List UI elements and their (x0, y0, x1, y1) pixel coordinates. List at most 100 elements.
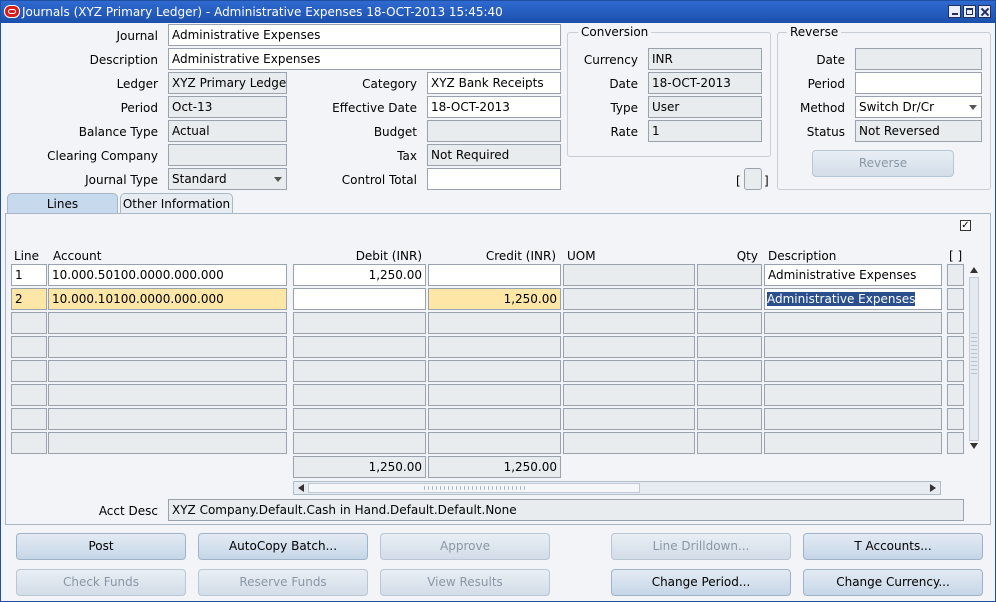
view-results-button[interactable]: View Results (380, 569, 550, 596)
description-field[interactable]: Administrative Expenses (168, 48, 561, 70)
scroll-up-icon[interactable] (970, 267, 978, 273)
empty-row-debit[interactable] (293, 312, 426, 334)
scroll-down-icon[interactable] (970, 443, 978, 449)
tab-other-information[interactable]: Other Information (120, 193, 233, 214)
empty-row-line[interactable] (11, 360, 47, 382)
row2-account[interactable]: 10.000.10100.0000.000.000 (48, 288, 287, 310)
empty-row-qty[interactable] (697, 408, 762, 430)
rate-field[interactable]: 1 (648, 120, 762, 142)
empty-row-credit[interactable] (428, 384, 561, 406)
empty-row-debit[interactable] (293, 384, 426, 406)
empty-row-qty[interactable] (697, 432, 762, 454)
reverse-date-field[interactable] (855, 48, 982, 70)
empty-row-uom[interactable] (563, 408, 695, 430)
row2-description[interactable]: Administrative Expenses (764, 288, 942, 310)
balance-type-field[interactable]: Actual (168, 120, 287, 142)
empty-row-line[interactable] (11, 408, 47, 430)
row1-qty[interactable] (697, 264, 762, 286)
post-button[interactable]: Post (16, 533, 186, 560)
empty-row-debit[interactable] (293, 360, 426, 382)
empty-row-line[interactable] (11, 312, 47, 334)
empty-row-qty[interactable] (697, 312, 762, 334)
empty-row-debit[interactable] (293, 408, 426, 430)
empty-row-flex[interactable] (947, 360, 964, 382)
empty-row-description[interactable] (764, 360, 942, 382)
empty-row-line[interactable] (11, 336, 47, 358)
empty-row-line[interactable] (11, 432, 47, 454)
tax-field[interactable]: Not Required (427, 144, 561, 166)
reverse-method-select[interactable]: Switch Dr/Cr (855, 96, 982, 118)
change-period-button[interactable]: Change Period... (611, 569, 791, 596)
scroll-left-icon[interactable] (298, 484, 304, 492)
row2-flex[interactable] (947, 288, 964, 310)
row1-uom[interactable] (563, 264, 695, 286)
empty-row-uom[interactable] (563, 432, 695, 454)
empty-row-uom[interactable] (563, 312, 695, 334)
conversion-type-field[interactable]: User (648, 96, 762, 118)
empty-row-account[interactable] (48, 336, 287, 358)
ledger-field[interactable]: XYZ Primary Ledger (168, 72, 287, 94)
empty-row-description[interactable] (764, 384, 942, 406)
row2-qty[interactable] (697, 288, 762, 310)
row2-debit[interactable] (293, 288, 426, 310)
approve-button[interactable]: Approve (380, 533, 550, 560)
line-drilldown-button[interactable]: Line Drilldown... (611, 533, 791, 560)
category-field[interactable]: XYZ Bank Receipts (427, 72, 561, 94)
autocopy-batch-button[interactable]: AutoCopy Batch... (198, 533, 368, 560)
effective-date-field[interactable]: 18-OCT-2013 (427, 96, 561, 118)
change-currency-button[interactable]: Change Currency... (803, 569, 983, 596)
empty-row-account[interactable] (48, 360, 287, 382)
conversion-date-field[interactable]: 18-OCT-2013 (648, 72, 762, 94)
row1-description[interactable]: Administrative Expenses (764, 264, 942, 286)
row1-account[interactable]: 10.000.50100.0000.000.000 (48, 264, 287, 286)
control-total-field[interactable] (427, 168, 561, 190)
maximize-icon[interactable] (963, 5, 976, 18)
budget-field[interactable] (427, 120, 561, 142)
empty-row-flex[interactable] (947, 384, 964, 406)
row1-debit[interactable]: 1,250.00 (293, 264, 426, 286)
lines-checkbox[interactable]: ✓ (960, 220, 971, 231)
reverse-button[interactable]: Reverse (812, 150, 954, 177)
empty-row-line[interactable] (11, 384, 47, 406)
row1-credit[interactable] (428, 264, 561, 286)
journal-field[interactable]: Administrative Expenses (168, 24, 561, 46)
empty-row-credit[interactable] (428, 312, 561, 334)
empty-row-uom[interactable] (563, 360, 695, 382)
empty-row-uom[interactable] (563, 384, 695, 406)
check-funds-button[interactable]: Check Funds (16, 569, 186, 596)
empty-row-account[interactable] (48, 432, 287, 454)
reserve-funds-button[interactable]: Reserve Funds (198, 569, 368, 596)
row1-flex[interactable] (947, 264, 964, 286)
close-icon[interactable] (978, 5, 991, 18)
empty-row-qty[interactable] (697, 360, 762, 382)
period-field[interactable]: Oct-13 (168, 96, 287, 118)
lines-vertical-scrollbar[interactable] (967, 263, 981, 455)
empty-row-flex[interactable] (947, 336, 964, 358)
clearing-company-field[interactable] (168, 144, 287, 166)
empty-row-qty[interactable] (697, 336, 762, 358)
empty-row-credit[interactable] (428, 432, 561, 454)
empty-row-description[interactable] (764, 312, 942, 334)
minimize-icon[interactable] (948, 5, 961, 18)
lines-horizontal-scrollbar[interactable] (293, 481, 941, 495)
empty-row-qty[interactable] (697, 384, 762, 406)
empty-row-credit[interactable] (428, 336, 561, 358)
empty-row-credit[interactable] (428, 360, 561, 382)
empty-row-uom[interactable] (563, 336, 695, 358)
empty-row-description[interactable] (764, 408, 942, 430)
folder-indicator-box[interactable] (744, 168, 762, 190)
acct-desc-field[interactable]: XYZ Company.Default.Cash in Hand.Default… (168, 499, 964, 521)
empty-row-flex[interactable] (947, 312, 964, 334)
empty-row-flex[interactable] (947, 408, 964, 430)
journal-type-select[interactable]: Standard (168, 168, 287, 190)
empty-row-debit[interactable] (293, 336, 426, 358)
t-accounts-button[interactable]: T Accounts... (803, 533, 983, 560)
empty-row-account[interactable] (48, 384, 287, 406)
row2-credit[interactable]: 1,250.00 (428, 288, 561, 310)
empty-row-description[interactable] (764, 336, 942, 358)
reverse-period-field[interactable] (855, 72, 982, 94)
tab-lines[interactable]: Lines (7, 193, 118, 214)
empty-row-account[interactable] (48, 312, 287, 334)
empty-row-description[interactable] (764, 432, 942, 454)
scroll-right-icon[interactable] (930, 484, 936, 492)
